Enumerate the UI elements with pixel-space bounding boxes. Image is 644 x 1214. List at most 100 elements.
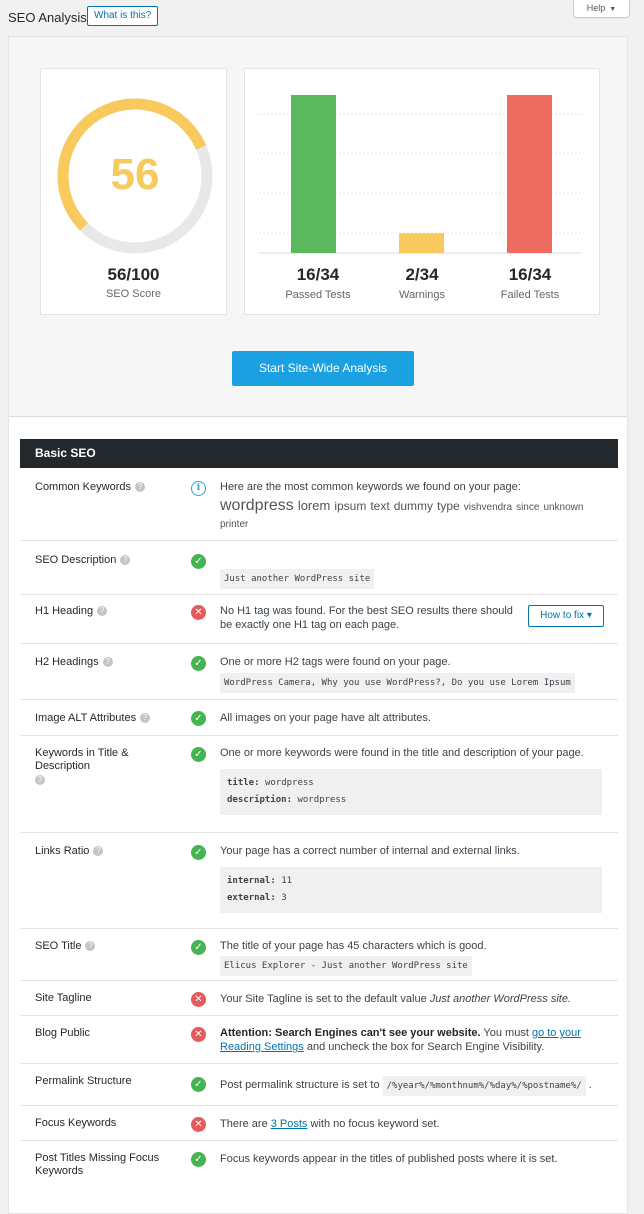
help-question-icon[interactable]: ? <box>35 775 45 786</box>
row-label-text: H2 Headings <box>35 656 99 668</box>
keyword-tag: wordpress <box>220 497 294 514</box>
external-value: 3 <box>281 893 287 903</box>
warnings-stat: 2/34 Warnings <box>363 265 481 301</box>
title-key: title: <box>227 778 260 788</box>
top-bar: SEO Analysis What is this? Help ▼ <box>0 0 644 36</box>
row-label: Site Tagline <box>35 992 92 1004</box>
help-tab-button[interactable]: Help ▼ <box>573 0 630 18</box>
how-to-fix-button[interactable]: How to fix ▾ <box>528 605 604 627</box>
help-question-icon[interactable]: ? <box>134 482 145 493</box>
external-key: external: <box>227 893 276 903</box>
help-question-icon[interactable]: ? <box>120 555 131 566</box>
help-label: Help <box>586 3 606 13</box>
failed-tests-value: 16/34 <box>508 265 552 284</box>
score-number: 56 <box>110 150 160 199</box>
row-body: Post permalink structure is set to /%yea… <box>220 1076 610 1096</box>
table-row: H2 Headings? ✓ One or more H2 tags were … <box>20 644 618 700</box>
seo-title-code: Elicus Explorer - Just another WordPress… <box>220 956 472 976</box>
row-label-text: Links Ratio <box>35 845 90 857</box>
seo-description-code: Just another WordPress site <box>220 569 375 589</box>
links-ratio-code: internal: 11 external: 3 <box>220 867 602 913</box>
table-row: SEO Description? ✓ Just another WordPres… <box>20 541 618 595</box>
check-icon: ✓ <box>191 1077 206 1092</box>
keyword-tag: type <box>437 499 460 513</box>
page-title: SEO Analysis <box>8 10 87 25</box>
row-body: Your Site Tagline is set to the default … <box>220 992 610 1006</box>
h2-code: WordPress Camera, Why you use WordPress?… <box>220 673 575 693</box>
help-question-icon[interactable]: ? <box>97 606 108 617</box>
table-row: Image ALT Attributes? ✓ All images on yo… <box>20 700 618 736</box>
table-row: Common Keywords? i Here are the most com… <box>20 468 618 541</box>
keywords-intro: Here are the most common keywords we fou… <box>220 481 521 493</box>
passed-tests-label: Passed Tests <box>285 289 351 301</box>
check-icon: ✓ <box>191 554 206 569</box>
start-site-wide-analysis-button[interactable]: Start Site-Wide Analysis <box>232 351 414 386</box>
help-question-icon[interactable]: ? <box>93 846 104 857</box>
overview-section: 56 56/100 SEO Score 16/34 Passed Tests 2… <box>9 37 627 417</box>
blog-public-text: You must <box>480 1027 532 1039</box>
row-label-text: Image ALT Attributes <box>35 712 137 724</box>
table-row: Site Tagline ✕ Your Site Tagline is set … <box>20 981 618 1016</box>
keyword-tag: printer <box>220 519 249 530</box>
test-results-chart <box>259 95 581 254</box>
what-is-this-button[interactable]: What is this? <box>87 6 159 26</box>
row-label: SEO Title? <box>35 940 145 953</box>
row-body: Focus keywords appear in the titles of p… <box>220 1153 558 1165</box>
keyword-tag: vishvendra <box>463 502 513 513</box>
row-body: One or more keywords were found in the t… <box>220 746 610 815</box>
row-label: Links Ratio? <box>35 845 145 858</box>
score-label: SEO Score <box>105 288 162 300</box>
row-label-text: H1 Heading <box>35 605 94 617</box>
keyword-tag: lorem <box>297 498 331 513</box>
caret-down-icon: ▼ <box>609 6 617 13</box>
help-question-icon[interactable]: ? <box>85 941 96 952</box>
table-row: SEO Title? ✓ The title of your page has … <box>20 929 618 981</box>
row-label: Permalink Structure <box>35 1075 132 1087</box>
keyword-cloud: wordpress lorem ipsum text dummy type vishvend… <box>220 497 610 533</box>
cross-icon: ✕ <box>191 1117 206 1132</box>
internal-key: internal: <box>227 876 276 886</box>
cross-icon: ✕ <box>191 1027 206 1042</box>
table-row: Links Ratio? ✓ Your page has a correct n… <box>20 833 618 929</box>
seo-title-text: The title of your page has 45 characters… <box>220 940 487 952</box>
row-label: H1 Heading? <box>35 605 145 618</box>
failed-tests-stat: 16/34 Failed Tests <box>471 265 589 301</box>
row-body: Here are the most common keywords we fou… <box>220 480 610 533</box>
row-label: Image ALT Attributes? <box>35 712 165 725</box>
row-body: One or more H2 tags were found on your p… <box>220 655 610 693</box>
score-text: 56/100 <box>107 265 160 284</box>
check-icon: ✓ <box>191 656 206 671</box>
warnings-value: 2/34 <box>405 265 439 284</box>
table-row: Focus Keywords ✕ There are 3 Posts with … <box>20 1106 618 1141</box>
keywords-title-text: One or more keywords were found in the t… <box>220 747 584 759</box>
keyword-tag: ipsum <box>334 499 367 513</box>
check-icon: ✓ <box>191 845 206 860</box>
posts-link[interactable]: 3 Posts <box>271 1118 308 1130</box>
row-label: Blog Public <box>35 1027 91 1039</box>
keyword-tag: text <box>370 499 390 513</box>
table-row: H1 Heading? ✕ No H1 tag was found. For t… <box>20 595 618 644</box>
keywords-title-code: title: wordpress description: wordpress <box>220 769 602 815</box>
table-row: Blog Public ✕ Attention: Search Engines … <box>20 1016 618 1064</box>
keyword-tag: dummy <box>393 499 434 513</box>
row-label: Focus Keywords <box>35 1117 117 1129</box>
help-question-icon[interactable]: ? <box>102 657 113 668</box>
row-label: Common Keywords? <box>35 481 145 494</box>
check-icon: ✓ <box>191 711 206 726</box>
row-body: All images on your page have alt attribu… <box>220 712 431 724</box>
permalink-code: /%year%/%monthnum%/%day%/%postname%/ <box>382 1076 586 1096</box>
keyword-tag: unknown <box>543 502 584 513</box>
failed-bar <box>507 95 552 253</box>
info-icon: i <box>191 481 206 496</box>
warnings-label: Warnings <box>398 289 446 301</box>
blog-public-text-2: and uncheck the box for Search Engine Vi… <box>303 1041 545 1053</box>
row-label-text: Common Keywords <box>35 481 131 493</box>
row-body: There are 3 Posts with no focus keyword … <box>220 1117 610 1131</box>
description-key: description: <box>227 795 293 805</box>
row-label-text: SEO Title <box>35 940 82 952</box>
row-label: SEO Description? <box>35 554 145 567</box>
passed-tests-value: 16/34 <box>296 265 340 284</box>
check-icon: ✓ <box>191 747 206 762</box>
help-question-icon[interactable]: ? <box>140 713 151 724</box>
cross-icon: ✕ <box>191 605 206 620</box>
